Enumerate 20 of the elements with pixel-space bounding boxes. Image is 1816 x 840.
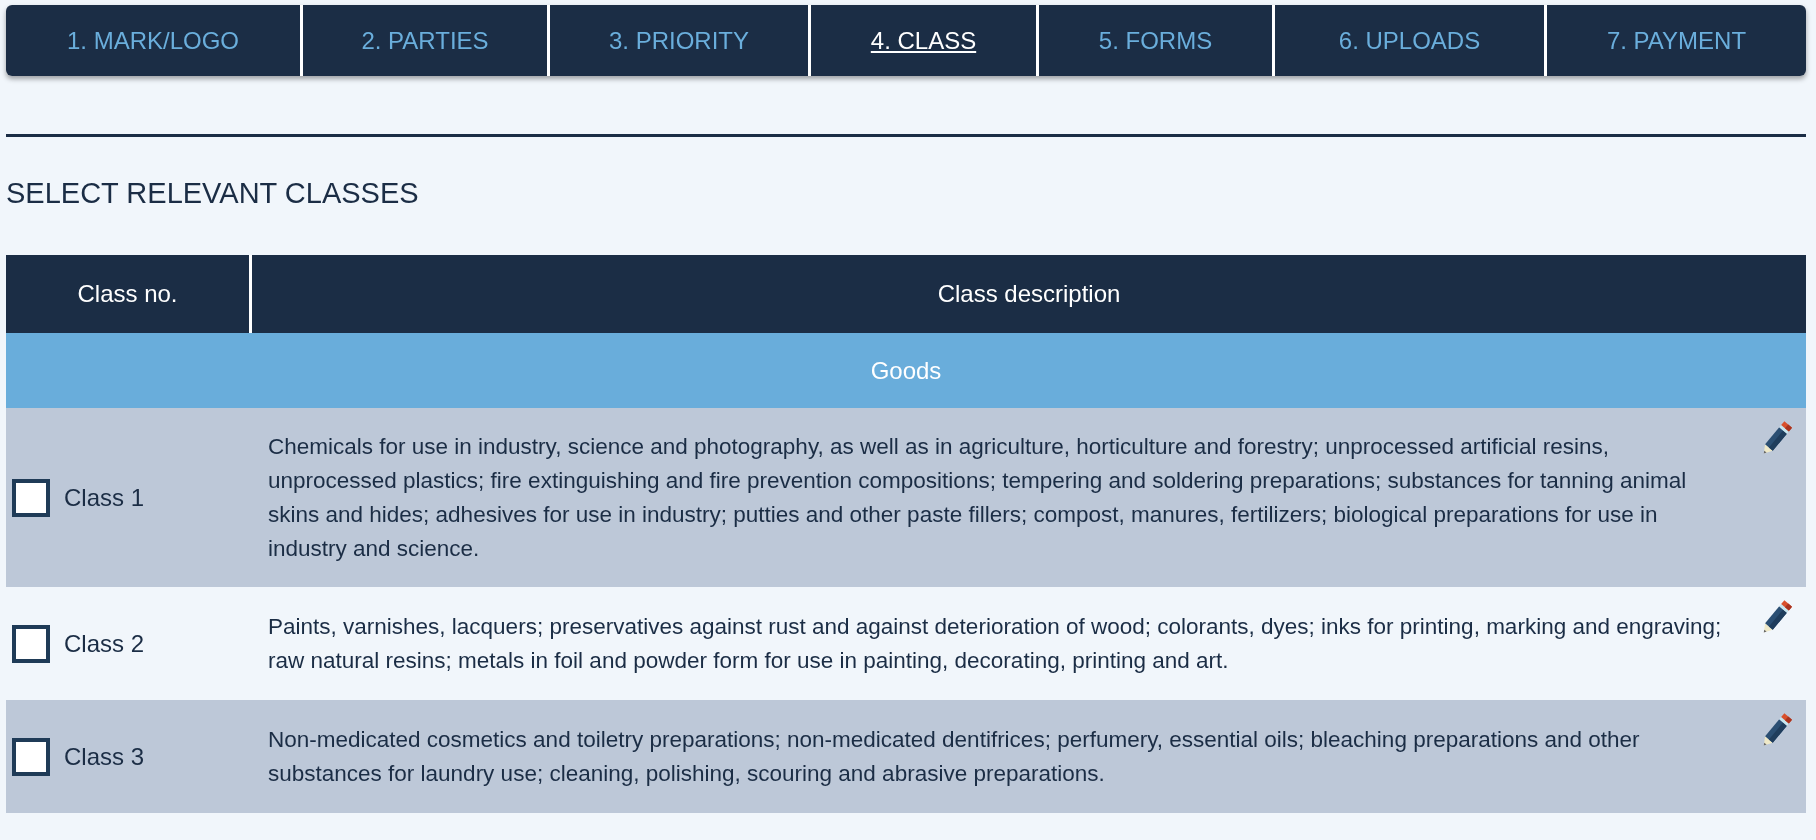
- checkbox[interactable]: [12, 478, 50, 517]
- class-description: Paints, varnishes, lacquers; preservatives against rust and against deterioration of wood; colorants, dyes; inks for printing, marking and engraving; raw natural resins; metals in foil and powder form for use in painting, decorating, printing and art.: [268, 612, 1723, 675]
- class-label: Class 3: [64, 741, 145, 772]
- step-tab[interactable]: 2. PARTIES: [303, 5, 547, 76]
- step-tab[interactable]: 5. FORMS: [1039, 5, 1272, 76]
- class-label: Class 1: [64, 482, 145, 513]
- class-description: Chemicals for use in industry, science and photography, as well as in agriculture, horticulture and forestry; unprocessed artificial resins, unprocessed plastics; fire extinguishing and fire prevention compositions; tempering and soldering preparations; substances for tanning animal skins and hides; adhesives for use in industry; putties and other paste fillers; compost, manures, fertilizers; biological preparations for use in industry and science.: [268, 432, 1688, 563]
- step-tab[interactable]: 3. PRIORITY: [550, 5, 808, 76]
- group-row: Goods: [6, 333, 1806, 408]
- checkbox[interactable]: [12, 624, 50, 663]
- column-header: Class no.: [6, 255, 249, 333]
- step-tab[interactable]: 6. UPLOADS: [1275, 5, 1544, 76]
- class-label: Class 2: [64, 628, 145, 659]
- page-heading: SELECT RELEVANT CLASSES: [6, 179, 420, 208]
- column-header: Class description: [252, 255, 1806, 333]
- checkbox[interactable]: [12, 737, 50, 776]
- step-tab[interactable]: 7. PAYMENT: [1547, 5, 1806, 76]
- class-description: Non-medicated cosmetics and toiletry preparations; non-medicated dentifrices; perfumery, essential oils; bleaching preparations and other substances for laundry use; cleaning, polishing, scouring and abrasive preparations.: [268, 725, 1641, 788]
- step-tab[interactable]: 4. CLASS: [811, 5, 1036, 76]
- step-tab[interactable]: 1. MARK/LOGO: [6, 5, 300, 76]
